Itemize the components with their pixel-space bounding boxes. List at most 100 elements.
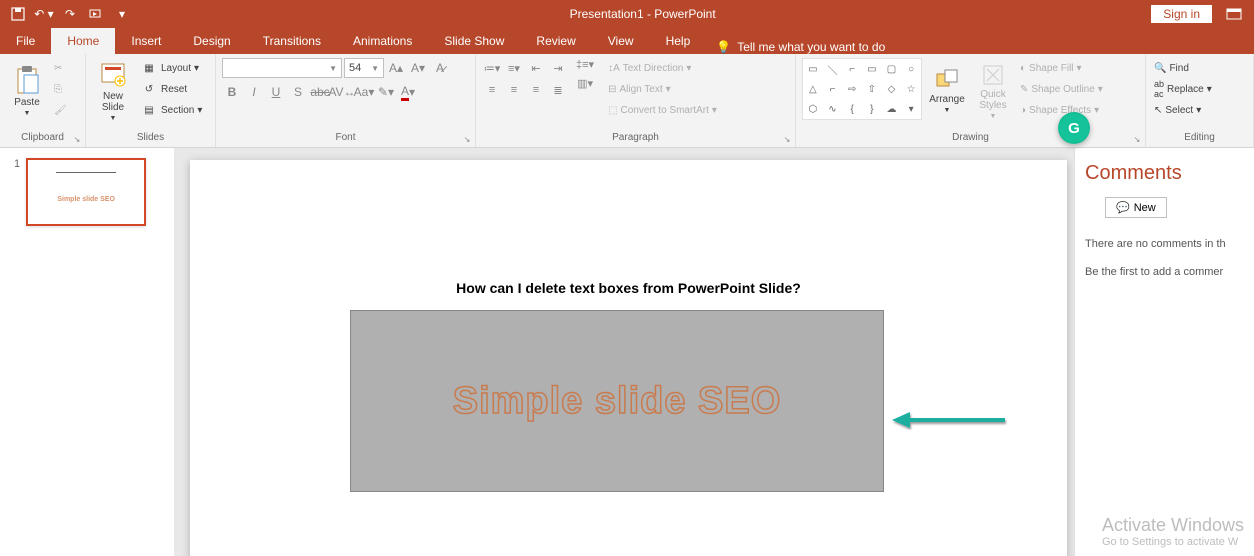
tab-view[interactable]: View [592,28,650,54]
layout-button[interactable]: ▦Layout ▾ [138,58,204,78]
bullets-button[interactable]: ≔▾ [482,58,502,78]
shape-lline-icon[interactable]: ⌐ [842,59,862,79]
slide[interactable]: How can I delete text boxes from PowerPo… [190,160,1067,556]
copy-button[interactable]: ⎘ [52,79,69,99]
shape-diamond-icon[interactable]: ◇ [882,79,902,99]
tab-design[interactable]: Design [177,28,246,54]
tab-transitions[interactable]: Transitions [247,28,337,54]
shapes-more-icon[interactable]: ▾ [901,99,921,119]
start-from-beginning-icon[interactable] [84,2,108,26]
section-icon: ▤ [140,101,158,119]
shape-callout-icon[interactable]: ☁ [882,99,902,119]
increase-font-icon[interactable]: A▴ [386,58,406,78]
save-icon[interactable] [6,2,30,26]
convert-smartart-button[interactable]: ⬚ Convert to SmartArt ▾ [606,100,719,120]
slide-thumbnail-1[interactable]: Simple slide SEO [26,158,146,226]
paragraph-launcher[interactable]: ↘ [781,133,793,145]
tab-help[interactable]: Help [650,28,707,54]
align-center-button[interactable]: ≡ [504,80,524,100]
columns-button[interactable]: ▥▾ [576,77,594,90]
drawing-launcher[interactable]: ↘ [1131,133,1143,145]
align-text-button[interactable]: ⊟ Align Text ▾ [606,79,719,99]
slide-question-text: How can I delete text boxes from PowerPo… [190,280,1067,296]
shape-textbox-icon[interactable]: ▭ [803,59,823,79]
slide-textbox[interactable]: Simple slide SEO [350,310,884,492]
justify-button[interactable]: ≣ [548,80,568,100]
shape-hexagon-icon[interactable]: ⬡ [803,99,823,119]
shape-uparrow-icon[interactable]: ⇧ [862,79,882,99]
quick-styles-button[interactable]: Quick Styles▼ [972,58,1014,124]
tell-me-search[interactable]: 💡 Tell me what you want to do [706,40,895,54]
shape-curve-icon[interactable]: ∿ [823,99,843,119]
group-font: ▼ 54▼ A▴ A▾ A̷ B I U S abc AV↔ Aa▾ ✎▾ A▾… [216,54,476,147]
shape-star-icon[interactable]: ☆ [901,79,921,99]
shape-line-icon[interactable]: ＼ [823,59,843,79]
clipboard-launcher[interactable]: ↘ [71,133,83,145]
line-spacing-button[interactable]: ‡≡▾ [576,58,594,71]
ribbon-display-icon[interactable] [1222,2,1246,26]
align-right-button[interactable]: ≡ [526,80,546,100]
shape-outline-button[interactable]: ✎ Shape Outline ▾ [1018,79,1105,99]
effects-icon: ◑ [1020,105,1026,116]
group-label-clipboard: Clipboard [6,132,79,145]
shape-roundrect-icon[interactable]: ▢ [882,59,902,79]
cut-button[interactable]: ✂ [52,58,69,78]
format-painter-button[interactable]: 🖌 [52,100,69,120]
align-text-icon: ⊟ [608,84,616,95]
new-slide-icon [100,61,126,89]
qat-more-icon[interactable]: ▾ [110,2,134,26]
group-drawing: ▭＼⌐▭▢○ △⌐⇨⇧◇☆ ⬡∿{}☁▾ Arrange▼ Quick Styl… [796,54,1146,147]
strikethrough-button[interactable]: abc [310,82,330,102]
clear-formatting-icon[interactable]: A̷ [430,58,450,78]
shape-oval-icon[interactable]: ○ [901,59,921,79]
new-comment-button[interactable]: 💬New [1105,197,1167,218]
redo-icon[interactable]: ↷ [58,2,82,26]
highlight-button[interactable]: ✎▾ [376,82,396,102]
slide-canvas-area[interactable]: How can I delete text boxes from PowerPo… [175,148,1074,556]
font-family-combo[interactable]: ▼ [222,58,342,78]
arrange-button[interactable]: Arrange▼ [926,58,968,124]
change-case-button[interactable]: Aa▾ [354,82,374,102]
grammarly-icon[interactable]: G [1058,112,1090,144]
find-button[interactable]: 🔍 Find [1152,58,1214,78]
shape-brace2-icon[interactable]: } [862,99,882,119]
group-editing: 🔍 Find abac Replace ▾ ↖ Select ▾ Editing [1146,54,1254,147]
bold-button[interactable]: B [222,82,242,102]
tab-insert[interactable]: Insert [115,28,177,54]
workspace: 1 Simple slide SEO How can I delete text… [0,148,1254,556]
font-size-combo[interactable]: 54▼ [344,58,384,78]
tab-file[interactable]: File [0,28,51,54]
align-left-button[interactable]: ≡ [482,80,502,100]
reset-button[interactable]: ↺Reset [138,79,204,99]
shape-connector-icon[interactable]: ⌐ [823,79,843,99]
shape-brace-icon[interactable]: { [842,99,862,119]
tab-animations[interactable]: Animations [337,28,428,54]
shape-arrow-icon[interactable]: ⇨ [842,79,862,99]
paste-button[interactable]: Paste ▼ [6,58,48,124]
font-launcher[interactable]: ↘ [461,133,473,145]
numbering-button[interactable]: ≡▾ [504,58,524,78]
new-slide-button[interactable]: New Slide ▼ [92,58,134,124]
tab-review[interactable]: Review [520,28,591,54]
shape-fill-button[interactable]: ◐ Shape Fill ▾ [1018,58,1105,78]
tab-home[interactable]: Home [51,28,115,54]
search-icon: 🔍 [1154,63,1166,74]
decrease-indent-button[interactable]: ⇤ [526,58,546,78]
font-color-button[interactable]: A▾ [398,82,418,102]
underline-button[interactable]: U [266,82,286,102]
undo-icon[interactable]: ↶ ▾ [32,2,56,26]
shape-rect-icon[interactable]: ▭ [862,59,882,79]
decrease-font-icon[interactable]: A▾ [408,58,428,78]
text-direction-button[interactable]: ↕A Text Direction ▾ [606,58,719,78]
shadow-button[interactable]: S [288,82,308,102]
section-button[interactable]: ▤Section ▾ [138,100,204,120]
shape-triangle-icon[interactable]: △ [803,79,823,99]
increase-indent-button[interactable]: ⇥ [548,58,568,78]
replace-button[interactable]: abac Replace ▾ [1152,79,1214,99]
select-button[interactable]: ↖ Select ▾ [1152,100,1214,120]
sign-in-button[interactable]: Sign in [1151,5,1212,23]
shapes-gallery[interactable]: ▭＼⌐▭▢○ △⌐⇨⇧◇☆ ⬡∿{}☁▾ [802,58,922,120]
char-spacing-button[interactable]: AV↔ [332,82,352,102]
tab-slideshow[interactable]: Slide Show [428,28,520,54]
italic-button[interactable]: I [244,82,264,102]
